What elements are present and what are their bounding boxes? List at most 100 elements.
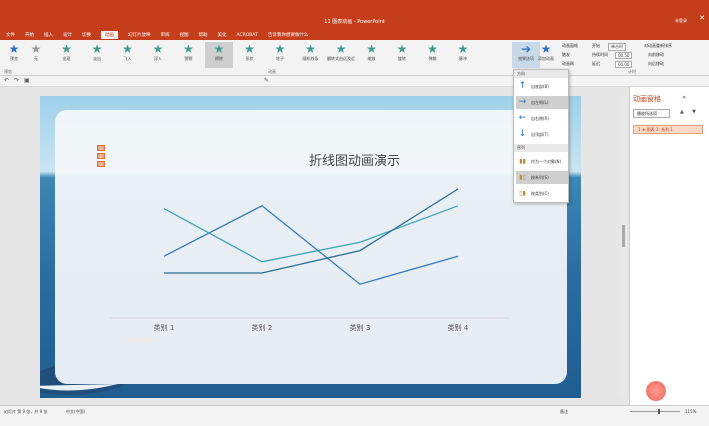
slide-counter: 幻灯片 第 9 张，共 9 张 xyxy=(4,409,48,414)
save-icon[interactable]: ▣ xyxy=(24,77,30,84)
arrow-down-icon: ↓ xyxy=(518,129,527,139)
vertical-scrollbar[interactable] xyxy=(620,96,627,398)
sequence-option-0[interactable]: ▮▮ 作为一个对象(N) xyxy=(516,155,568,168)
zoom-slider[interactable] xyxy=(630,411,680,412)
menu-tab-7[interactable]: 审阅 xyxy=(161,32,170,38)
undo-icon[interactable]: ↶ xyxy=(4,77,9,84)
arrow-up-icon: ↑ xyxy=(518,81,527,91)
animation-star-icon: ★ xyxy=(152,42,164,56)
x-tick-label: 类别 2 xyxy=(252,323,273,332)
direction-option-label: 自左侧(L) xyxy=(531,100,549,105)
close-icon[interactable]: ✕ xyxy=(699,14,705,22)
menu-tab-10[interactable]: 美化 xyxy=(218,32,227,38)
animation-option-9[interactable]: ★ 随机线条 xyxy=(297,42,325,68)
menu-tab-11[interactable]: ACROBAT xyxy=(237,33,258,38)
add-animation-button[interactable]: ★ 添加动画 xyxy=(532,42,560,68)
direction-option-1[interactable]: → 自左侧(L) xyxy=(516,96,568,109)
animation-list-item[interactable]: 1 ★ 图表 3: 系列 1 xyxy=(633,125,703,134)
direction-option-2[interactable]: ← 自右侧(R) xyxy=(516,112,568,125)
menu-tab-8[interactable]: 视图 xyxy=(180,32,189,38)
menu-tab-6[interactable]: 幻灯片放映 xyxy=(128,32,151,38)
animation-option-label: 缩放 xyxy=(367,56,376,61)
zoom-level[interactable]: 115% xyxy=(685,409,696,414)
menu-tab-0[interactable]: 文件 xyxy=(6,32,15,38)
animation-option-1[interactable]: ★ 出现 xyxy=(53,42,81,68)
sequence-option-1[interactable]: ▮▯ 按系列(S) xyxy=(516,171,568,184)
menu-tab-2[interactable]: 插入 xyxy=(44,32,53,38)
x-tick-label: 类别 3 xyxy=(350,323,371,332)
animation-star-icon: ★ xyxy=(396,42,408,56)
menu-tab-9[interactable]: 帮助 xyxy=(199,32,208,38)
title-bar: 11 图表动画 - PowerPoint 未登录 ✕ xyxy=(0,0,709,30)
animation-option-6[interactable]: ★ 擦除 xyxy=(205,42,233,68)
notes-button[interactable]: 备注 xyxy=(560,409,568,415)
move-later-button[interactable]: 向后移动 xyxy=(648,61,664,67)
start-select[interactable]: 单击时 xyxy=(608,43,626,51)
sequence-option-2[interactable]: ▯▮ 按类别(C) xyxy=(516,187,568,200)
direction-option-0[interactable]: ↑ 自底部(B) xyxy=(516,80,568,93)
series-line-2[interactable] xyxy=(164,188,459,274)
animation-star-icon: ★ xyxy=(213,42,225,56)
animation-order-marker[interactable]: 3 xyxy=(97,161,105,167)
animation-option-label: 出现 xyxy=(62,56,71,61)
menu-tab-12[interactable]: 告诉我你想要做什么 xyxy=(268,32,309,38)
redo-icon[interactable]: ↷ xyxy=(14,77,19,84)
menu-tab-1[interactable]: 开始 xyxy=(25,32,34,38)
animation-option-label: 飞入 xyxy=(123,56,132,61)
animation-option-3[interactable]: ★ 飞入 xyxy=(114,42,142,68)
animation-option-label: 形状 xyxy=(245,56,254,61)
line-chart[interactable]: 类别 1 类别 2 类别 3 类别 4 xyxy=(100,170,520,340)
zoom-slider-thumb[interactable] xyxy=(658,409,660,414)
animation-option-label: 无 xyxy=(34,56,38,61)
sequence-option-label: 作为一个对象(N) xyxy=(531,159,562,164)
animation-star-icon: ★ xyxy=(427,42,438,56)
animation-option-11[interactable]: ★ 缩放 xyxy=(358,42,386,68)
menu-tab-4[interactable]: 切换 xyxy=(82,32,91,38)
delay-input[interactable]: 00.00 xyxy=(615,61,633,68)
pane-close-icon[interactable]: ✕ xyxy=(682,95,686,101)
delay-label: 延迟 xyxy=(592,61,600,66)
animation-star-icon: ★ xyxy=(335,42,347,56)
animation-option-label: 浮入 xyxy=(154,56,162,61)
animation-option-13[interactable]: ★ 弹跳 xyxy=(419,42,447,68)
sequence-option-label: 按系列(S) xyxy=(531,175,549,180)
animation-star-icon: ★ xyxy=(91,42,103,56)
arrow-left-icon: ← xyxy=(518,113,527,123)
animation-painter-button[interactable]: 动画刷 xyxy=(562,61,574,67)
animation-star-icon: ★ xyxy=(366,42,377,56)
bar-chart-icon: ▮▯ xyxy=(519,174,526,181)
start-label: 开始 xyxy=(592,43,600,48)
animation-order-marker[interactable]: 2 xyxy=(97,153,105,159)
animation-option-10[interactable]: ★ 翻转式由远及近 xyxy=(327,42,355,68)
bar-chart-icon: ▮▮ xyxy=(519,158,526,165)
direction-option-3[interactable]: ↓ 自顶部(T) xyxy=(516,128,568,141)
menu-tab-5[interactable]: 动画 xyxy=(101,31,118,39)
format-painter-icon[interactable]: ✎ xyxy=(264,77,269,84)
animation-option-4[interactable]: ★ 浮入 xyxy=(144,42,172,68)
move-earlier-button[interactable]: 向前移动 xyxy=(648,52,664,58)
move-down-icon[interactable]: ▼ xyxy=(692,109,696,115)
duration-input[interactable]: 00.50 xyxy=(615,52,633,59)
animation-star-icon: ★ xyxy=(30,42,42,56)
animation-order-marker[interactable]: 1 xyxy=(97,145,105,151)
animation-option-7[interactable]: ★ 形状 xyxy=(236,42,264,68)
animation-option-label: 随机线条 xyxy=(302,56,319,61)
animation-option-5[interactable]: ★ 劈裂 xyxy=(175,42,203,68)
animation-pane-button[interactable]: 动画窗格 xyxy=(562,43,578,49)
scrollbar-thumb[interactable] xyxy=(622,225,625,247)
menu-tab-3[interactable]: 设计 xyxy=(63,32,72,38)
window-title: 11 图表动画 - PowerPoint xyxy=(324,19,385,25)
animation-option-0[interactable]: ★ 无 xyxy=(22,42,50,68)
play-selected-button[interactable]: 播放所选项 xyxy=(633,109,670,118)
user-label[interactable]: 未登录 xyxy=(675,18,687,24)
animation-option-14[interactable]: ★ 脉冲 xyxy=(449,42,477,68)
direction-option-label: 自右侧(R) xyxy=(531,116,549,121)
animation-option-12[interactable]: ★ 旋转 xyxy=(388,42,416,68)
move-up-icon[interactable]: ▲ xyxy=(680,109,684,115)
animation-option-2[interactable]: ★ 淡出 xyxy=(83,42,111,68)
animation-star-icon: ★ xyxy=(305,42,316,56)
sequence-header: 序列 xyxy=(514,144,568,152)
trigger-button[interactable]: 触发 xyxy=(562,52,570,58)
x-tick-label: 类别 1 xyxy=(154,323,175,332)
animation-option-8[interactable]: ★ 轮子 xyxy=(266,42,294,68)
